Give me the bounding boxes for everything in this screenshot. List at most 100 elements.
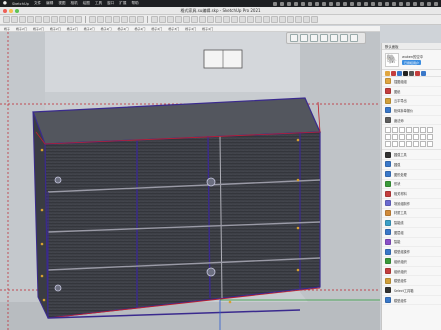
grid-tool-icon[interactable] bbox=[392, 134, 398, 141]
quick-icon[interactable] bbox=[403, 70, 408, 76]
xray-view-icon[interactable] bbox=[350, 34, 358, 42]
panel-item[interactable]: 圆弧工具 bbox=[382, 150, 441, 161]
cabinet-front[interactable] bbox=[44, 131, 321, 319]
grid-tool-icon[interactable] bbox=[385, 127, 391, 134]
panel-item[interactable]: 插图组组 bbox=[382, 77, 441, 87]
grid-tool-icon[interactable] bbox=[420, 141, 426, 148]
left-view-icon[interactable] bbox=[340, 34, 348, 42]
zoom-extents-icon[interactable] bbox=[137, 16, 144, 23]
grid-tool-icon[interactable] bbox=[413, 141, 419, 148]
grid-tool-icon[interactable] bbox=[406, 141, 412, 148]
extension-icon[interactable] bbox=[183, 16, 190, 23]
top-view-icon[interactable] bbox=[300, 34, 308, 42]
status-icon[interactable] bbox=[413, 1, 417, 6]
extension-icon[interactable] bbox=[167, 16, 174, 23]
minimize-window-button[interactable] bbox=[9, 9, 13, 13]
menu-draw[interactable]: 绘图 bbox=[83, 1, 90, 6]
status-icon[interactable] bbox=[280, 1, 284, 6]
extension-icon[interactable] bbox=[191, 16, 198, 23]
rectangle-tool-icon[interactable] bbox=[35, 16, 42, 23]
push-pull-tool-icon[interactable] bbox=[43, 16, 50, 23]
grid-tool-icon[interactable] bbox=[427, 141, 433, 148]
quick-icon[interactable] bbox=[409, 70, 414, 76]
panel-item[interactable]: 图层组 bbox=[382, 228, 441, 238]
status-icon[interactable] bbox=[371, 1, 375, 6]
scene-tab[interactable]: 杨子2门 bbox=[50, 27, 61, 31]
status-icon[interactable] bbox=[364, 1, 368, 6]
scene-tab[interactable]: 杨子2门 bbox=[134, 27, 145, 31]
panel-item[interactable]: 图形处理 bbox=[382, 170, 441, 180]
scene-tab[interactable]: 杨子2门 bbox=[118, 27, 129, 31]
grid-tool-icon[interactable] bbox=[385, 141, 391, 148]
offset-tool-icon[interactable] bbox=[51, 16, 58, 23]
pan-tool-icon[interactable] bbox=[121, 16, 128, 23]
extension-icon[interactable] bbox=[303, 16, 310, 23]
status-icon[interactable] bbox=[392, 1, 396, 6]
menu-tools[interactable]: 工具 bbox=[95, 1, 102, 6]
extension-icon[interactable] bbox=[231, 16, 238, 23]
panel-item[interactable]: 模型组操作 bbox=[382, 247, 441, 257]
extension-icon[interactable] bbox=[279, 16, 286, 23]
extension-icon[interactable] bbox=[199, 16, 206, 23]
status-icon[interactable] bbox=[287, 1, 291, 6]
extension-icon[interactable] bbox=[159, 16, 166, 23]
warehouse-icon[interactable] bbox=[151, 16, 158, 23]
scene-tab[interactable]: 杨子2门 bbox=[151, 27, 162, 31]
grid-tool-icon[interactable] bbox=[420, 127, 426, 134]
panel-item[interactable]: 模型组件 bbox=[382, 276, 441, 287]
extension-icon[interactable] bbox=[311, 16, 318, 23]
zoom-window-button[interactable] bbox=[15, 9, 19, 13]
grid-tool-icon[interactable] bbox=[392, 127, 398, 134]
grid-tool-icon[interactable] bbox=[406, 127, 412, 134]
scale-tool-icon[interactable] bbox=[75, 16, 82, 23]
status-icon[interactable] bbox=[434, 1, 438, 6]
panel-item[interactable]: 图纸 bbox=[382, 87, 441, 97]
move-tool-icon[interactable] bbox=[59, 16, 66, 23]
menu-edit[interactable]: 编辑 bbox=[46, 1, 53, 6]
scene-tab[interactable]: 杨子2门 bbox=[84, 27, 95, 31]
extension-icon[interactable] bbox=[255, 16, 262, 23]
status-icon[interactable] bbox=[315, 1, 319, 6]
status-icon[interactable] bbox=[343, 1, 347, 6]
user-status-button[interactable]: 已授权用户 bbox=[402, 60, 422, 65]
front-view-icon[interactable] bbox=[310, 34, 318, 42]
panel-item[interactable]: 形状 bbox=[382, 180, 441, 190]
grid-tool-icon[interactable] bbox=[385, 134, 391, 141]
menu-file[interactable]: 文件 bbox=[34, 1, 41, 6]
status-icon[interactable] bbox=[385, 1, 389, 6]
panel-item[interactable]: 材质工具 bbox=[382, 209, 441, 219]
tape-tool-icon[interactable] bbox=[89, 16, 96, 23]
extension-icon[interactable] bbox=[295, 16, 302, 23]
menu-window[interactable]: 窗口 bbox=[107, 1, 114, 6]
scene-tab[interactable]: 杨子2门 bbox=[33, 27, 44, 31]
menu-view[interactable]: 视图 bbox=[58, 1, 65, 6]
status-icon[interactable] bbox=[427, 1, 431, 6]
grid-tool-icon[interactable] bbox=[406, 134, 412, 141]
panel-item[interactable]: 场景组制作 bbox=[382, 199, 441, 209]
status-icon[interactable] bbox=[378, 1, 382, 6]
orbit-tool-icon[interactable] bbox=[113, 16, 120, 23]
grid-tool-icon[interactable] bbox=[399, 134, 405, 141]
menu-help[interactable]: 帮助 bbox=[131, 1, 138, 6]
paint-tool-icon[interactable] bbox=[105, 16, 112, 23]
menu-extensions[interactable]: 扩展 bbox=[119, 1, 126, 6]
back-view-icon[interactable] bbox=[330, 34, 338, 42]
select-tool-icon[interactable] bbox=[3, 16, 10, 23]
status-icon[interactable] bbox=[308, 1, 312, 6]
scene-tab[interactable]: 杨子2门 bbox=[67, 27, 78, 31]
panel-item[interactable]: 相关材料 bbox=[382, 189, 441, 199]
zoom-tool-icon[interactable] bbox=[129, 16, 136, 23]
pencil-tool-icon[interactable] bbox=[19, 16, 26, 23]
model-viewport[interactable] bbox=[0, 32, 380, 330]
menu-sketchup[interactable]: SketchUp bbox=[12, 2, 29, 6]
scene-tab[interactable]: 杨子2门 bbox=[16, 27, 27, 31]
status-icon[interactable] bbox=[420, 1, 424, 6]
status-icon[interactable] bbox=[273, 1, 277, 6]
status-icon[interactable] bbox=[294, 1, 298, 6]
extension-icon[interactable] bbox=[223, 16, 230, 23]
grid-tool-icon[interactable] bbox=[427, 134, 433, 141]
scene-tab[interactable]: 杨子2门 bbox=[101, 27, 112, 31]
scene-tab[interactable]: 杨子3门 bbox=[168, 27, 179, 31]
extension-icon[interactable] bbox=[247, 16, 254, 23]
right-view-icon[interactable] bbox=[320, 34, 328, 42]
